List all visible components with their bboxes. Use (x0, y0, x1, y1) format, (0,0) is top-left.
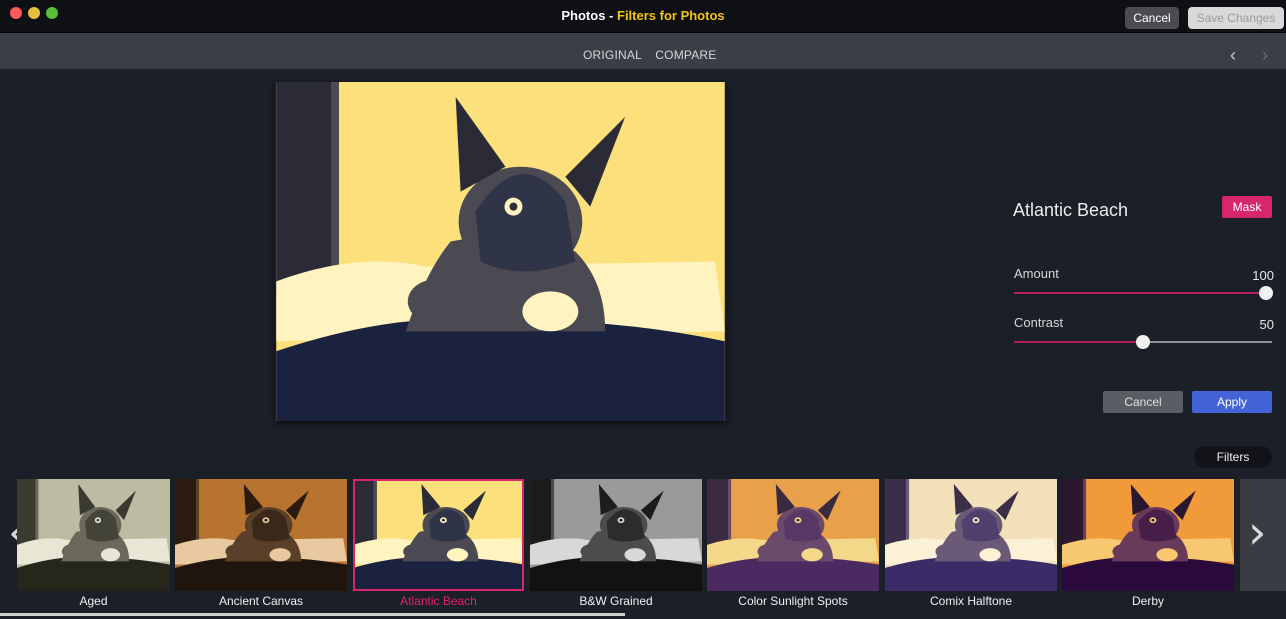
contrast-value: 50 (1259, 317, 1274, 332)
filter-thumbnail-label: Color Sunlight Spots (738, 594, 848, 608)
tab-original[interactable]: ORIGINAL (583, 48, 642, 62)
save-changes-button[interactable]: Save Changes (1188, 7, 1284, 29)
view-toolbar: ORIGINAL COMPARE ‹ › (0, 33, 1286, 69)
filter-thumbnail-label: Aged (79, 594, 108, 608)
contrast-slider[interactable] (1014, 335, 1272, 349)
title-bar: Photos - Filters for Photos Cancel Save … (0, 0, 1286, 33)
chevron-right-icon[interactable]: › (1262, 45, 1268, 66)
amount-label: Amount (1014, 266, 1059, 281)
cancel-button[interactable]: Cancel (1103, 391, 1183, 413)
window-cancel-button[interactable]: Cancel (1125, 7, 1179, 29)
tab-compare[interactable]: COMPARE (655, 48, 716, 62)
photo-preview (275, 82, 726, 421)
filter-thumbnail[interactable] (885, 479, 1057, 591)
contrast-slider-fill (1014, 341, 1143, 343)
filters-button[interactable]: Filters (1194, 446, 1272, 468)
chevron-left-icon[interactable]: ‹ (1230, 45, 1236, 66)
filter-thumbnail-label: Derby (1131, 594, 1164, 608)
window-title: Photos - Filters for Photos (0, 8, 1286, 23)
filter-thumbnail-label: Atlantic Beach (400, 594, 477, 608)
chevron-right-icon[interactable]: › (1248, 505, 1266, 559)
plugin-name: Filters for Photos (617, 8, 725, 23)
app-name: Photos (561, 8, 606, 23)
strip-scrollbar[interactable] (0, 613, 625, 616)
filter-strip: ‹ › AgedAncient CanvasAtlantic BeachB&W … (0, 475, 1286, 619)
view-tabs: ORIGINAL COMPARE (583, 48, 726, 62)
filter-thumbnail[interactable] (353, 479, 524, 591)
filter-thumbnail[interactable] (175, 479, 347, 591)
filter-thumbnail-label: Ancient Canvas (218, 594, 304, 608)
mask-button[interactable]: Mask (1222, 196, 1272, 218)
amount-slider-handle[interactable] (1259, 286, 1273, 300)
amount-slider-fill (1014, 292, 1266, 294)
filter-thumbnail[interactable] (707, 479, 879, 591)
filter-thumbnail[interactable] (17, 479, 170, 591)
apply-button[interactable]: Apply (1192, 391, 1272, 413)
filter-thumbnail[interactable] (530, 479, 702, 591)
contrast-label: Contrast (1014, 315, 1064, 330)
amount-value: 100 (1252, 268, 1274, 283)
filter-name: Atlantic Beach (1013, 200, 1129, 220)
filter-thumbnail-label: Comix Halftone (929, 594, 1013, 608)
amount-slider[interactable] (1014, 286, 1273, 300)
filter-thumbnail[interactable] (1062, 479, 1234, 591)
contrast-slider-handle[interactable] (1136, 335, 1150, 349)
title-separator: - (605, 8, 617, 23)
filter-thumbnail-label: B&W Grained (579, 594, 653, 608)
